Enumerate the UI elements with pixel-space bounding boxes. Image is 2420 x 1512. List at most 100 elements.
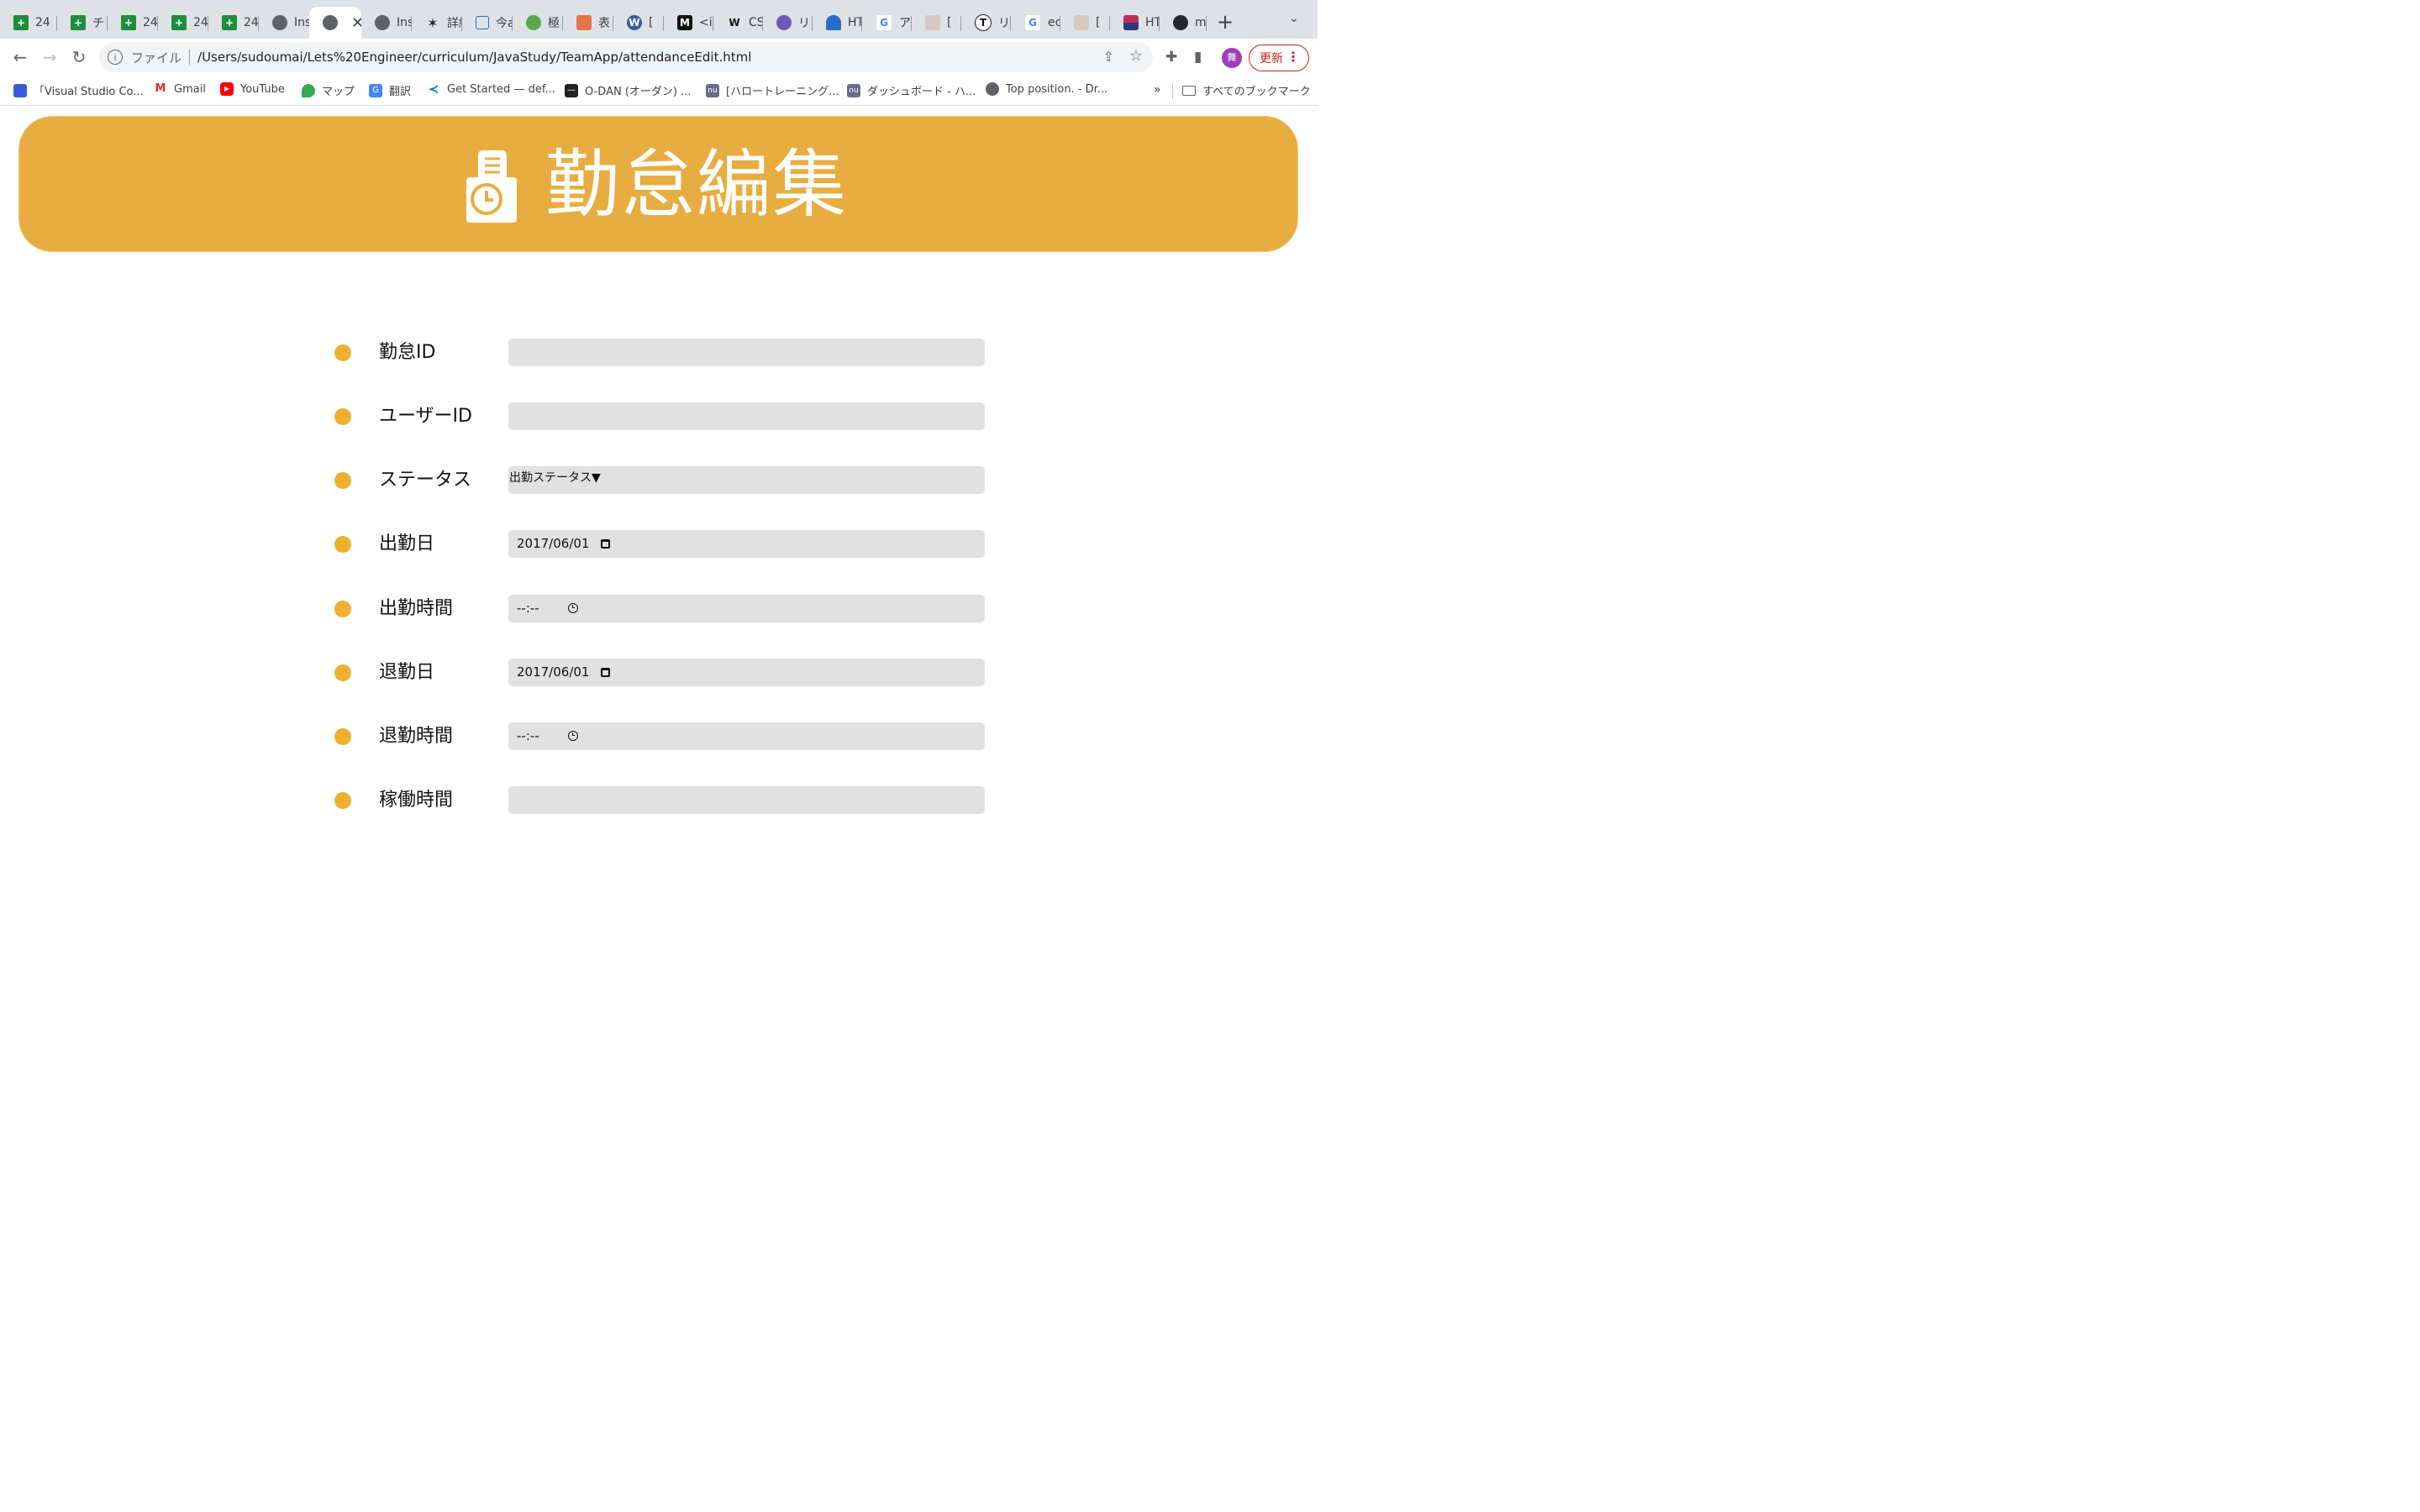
- bookmark-item[interactable]: G 翻訳: [369, 82, 411, 98]
- bullet-dot: [334, 472, 351, 489]
- browser-tab[interactable]: Gec: [1011, 7, 1060, 39]
- info-icon[interactable]: i: [108, 50, 123, 65]
- sheets-icon: +: [13, 15, 29, 30]
- browser-tab[interactable]: M<ir: [664, 7, 713, 39]
- browser-tab[interactable]: + チ: [57, 7, 108, 39]
- clock-out-date-input[interactable]: 2017/06/01: [508, 659, 985, 686]
- bookmark-item[interactable]: 「Visual Studio Co...: [13, 82, 144, 98]
- bookmark-item[interactable]: M Gmail: [154, 82, 206, 96]
- w-logo-icon: W: [729, 17, 740, 29]
- github-icon: [1173, 15, 1188, 30]
- working-hours-input[interactable]: [508, 786, 985, 814]
- browser-tab[interactable]: 極: [513, 7, 563, 39]
- browser-tab[interactable]: Ins: [259, 7, 309, 39]
- youtube-icon: ▶: [220, 82, 234, 96]
- bullet-dot: [334, 536, 351, 553]
- calendar-icon[interactable]: [601, 668, 611, 677]
- browser-tab[interactable]: HT: [813, 7, 862, 39]
- update-button[interactable]: 更新 ⋮: [1249, 45, 1309, 71]
- update-label: 更新: [1260, 52, 1283, 66]
- more-menu-icon[interactable]: ⋮: [1286, 49, 1300, 65]
- field-label: ユーザーID: [379, 406, 472, 427]
- user-id-input[interactable]: [508, 402, 985, 430]
- browser-tab[interactable]: [: [912, 7, 961, 39]
- browser-tab[interactable]: ✶詳細: [412, 7, 462, 39]
- browser-tab[interactable]: +24: [0, 7, 57, 39]
- browser-tab[interactable]: 今a: [462, 7, 513, 39]
- url-text[interactable]: /Users/sudoumai/Lets%20Engineer/curricul…: [197, 50, 751, 65]
- bullet-dot: [334, 664, 351, 681]
- asterisk-icon: ✶: [427, 14, 439, 31]
- bookmark-star-icon[interactable]: ☆: [1129, 47, 1143, 65]
- anime-icon: [925, 15, 940, 30]
- clock-icon[interactable]: [567, 731, 578, 741]
- clock-icon[interactable]: [567, 603, 578, 613]
- address-divider: [189, 50, 191, 65]
- browser-tab[interactable]: 表: [563, 7, 613, 39]
- google-icon: G: [1024, 14, 1041, 31]
- bookmarks-overflow-button[interactable]: »: [1154, 83, 1161, 97]
- gmail-icon: M: [154, 82, 167, 96]
- browser-tab[interactable]: mi: [1160, 7, 1207, 39]
- browser-tab[interactable]: Tリ: [961, 7, 1011, 39]
- browser-tab[interactable]: Gア: [862, 7, 912, 39]
- field-label: 退勤時間: [379, 726, 454, 747]
- bullet-dot: [334, 728, 351, 745]
- new-tab-button[interactable]: +: [1217, 10, 1234, 34]
- browser-tab[interactable]: W[: [613, 7, 664, 39]
- field-label: 稼働時間: [379, 790, 454, 811]
- clock-out-time-input[interactable]: --:--: [508, 722, 985, 750]
- field-label: 勤怠ID: [379, 342, 436, 363]
- browser-tab-active[interactable]: ✕: [309, 7, 361, 39]
- tab-search-chevron-icon[interactable]: ⌄: [1289, 12, 1299, 25]
- extensions-puzzle-icon[interactable]: ✚: [1165, 49, 1177, 66]
- side-panel-icon[interactable]: ▮: [1194, 49, 1202, 66]
- browser-tab[interactable]: +24: [208, 7, 259, 39]
- bookmark-item[interactable]: ≺ Get Started — def...: [427, 82, 555, 96]
- date-value: 2017/06/01: [517, 664, 590, 680]
- reload-icon[interactable]: ↻: [68, 47, 90, 67]
- sheets-icon: +: [71, 15, 86, 30]
- forward-arrow-icon[interactable]: →: [39, 47, 60, 67]
- flag-icon: [1123, 15, 1139, 30]
- status-select[interactable]: 出勤ステータス▼: [508, 466, 985, 494]
- maps-pin-icon: [302, 83, 315, 97]
- browser-tab[interactable]: +24: [108, 7, 158, 39]
- globe-icon: [986, 82, 999, 96]
- clock-in-date-input[interactable]: 2017/06/01: [508, 530, 985, 558]
- browser-tab[interactable]: [: [1060, 7, 1110, 39]
- form-row-working-hours: 稼働時間: [333, 786, 988, 815]
- field-label: 出勤時間: [379, 598, 454, 619]
- bookmark-item[interactable]: マップ: [302, 82, 355, 98]
- sheets-icon: +: [222, 15, 237, 30]
- bookmark-item[interactable]: Top position. - Dr...: [986, 82, 1107, 96]
- profile-avatar[interactable]: 舞: [1222, 48, 1242, 68]
- bookmark-item[interactable]: — O-DAN (オーダン) ...: [565, 82, 692, 98]
- calendar-icon[interactable]: [601, 539, 611, 549]
- scheme-label: ファイル: [131, 50, 182, 66]
- form-row-clock-out-time: 退勤時間 --:--: [333, 722, 988, 751]
- browser-tab[interactable]: HT: [1110, 7, 1160, 39]
- browser-tab[interactable]: W CS: [713, 7, 763, 39]
- wordpress-icon: W: [627, 15, 642, 30]
- browser-tab[interactable]: +24: [158, 7, 208, 39]
- attendance-id-input[interactable]: [508, 339, 985, 366]
- orange-square-icon: [576, 15, 592, 30]
- browser-tab[interactable]: リ: [763, 7, 813, 39]
- share-icon[interactable]: ⇪: [1103, 49, 1114, 65]
- cat-icon: [776, 15, 792, 30]
- nu-logo-icon: nu: [706, 83, 719, 97]
- close-tab-icon[interactable]: ✕: [351, 14, 361, 32]
- clock-in-time-input[interactable]: --:--: [508, 595, 985, 622]
- field-label: ステータス: [379, 470, 472, 491]
- back-arrow-icon[interactable]: ←: [9, 47, 31, 67]
- bookmark-item[interactable]: nu [ハロートレーニング...: [706, 82, 839, 98]
- form-row-user-id: ユーザーID: [333, 402, 988, 431]
- all-bookmarks-button[interactable]: すべてのブックマーク: [1182, 82, 1311, 98]
- bookmark-item[interactable]: nu ダッシュボード - ハ...: [847, 82, 976, 98]
- bullet-dot: [334, 408, 351, 425]
- address-bar[interactable]: i ファイル /Users/sudoumai/Lets%20Engineer/c…: [99, 42, 1153, 72]
- folder-icon: [1182, 85, 1196, 96]
- browser-tab[interactable]: Ins: [361, 7, 412, 39]
- bookmark-item[interactable]: ▶ YouTube: [220, 82, 285, 96]
